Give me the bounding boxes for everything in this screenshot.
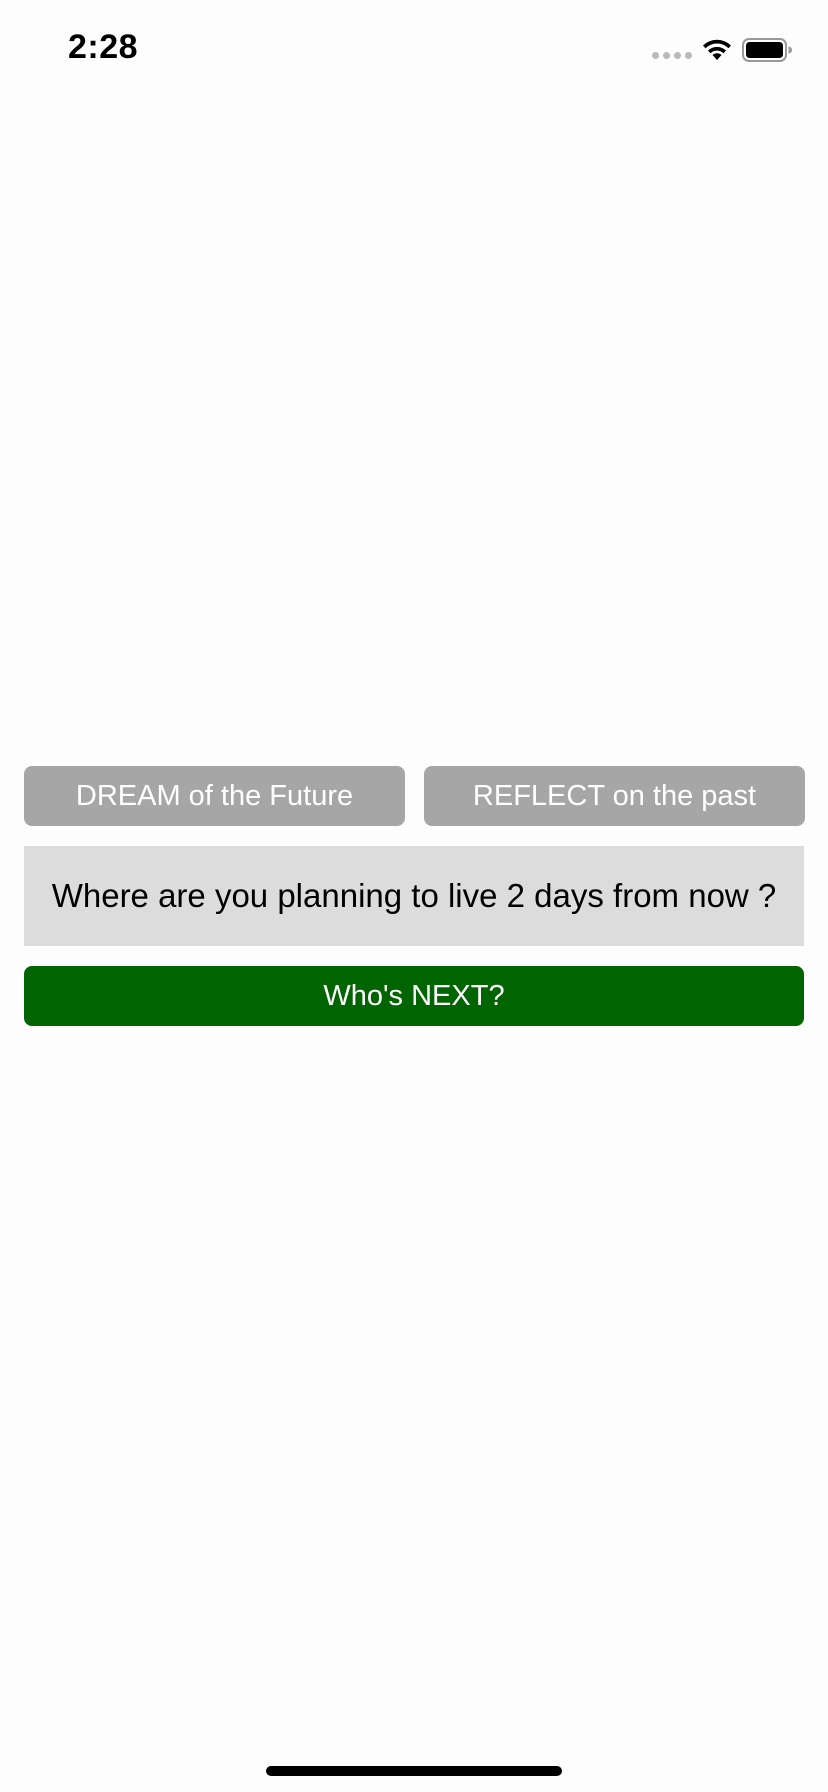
- reflect-past-button[interactable]: REFLECT on the past: [424, 766, 805, 826]
- home-indicator[interactable]: [266, 1766, 562, 1776]
- whos-next-button[interactable]: Who's NEXT?: [24, 966, 804, 1026]
- wifi-icon: [703, 39, 731, 60]
- status-time: 2:28: [68, 28, 139, 66]
- question-text: Where are you planning to live 2 days fr…: [24, 846, 804, 946]
- battery-icon: [742, 38, 792, 62]
- status-bar: 2:28: [0, 0, 828, 100]
- dream-future-button[interactable]: DREAM of the Future: [24, 766, 405, 826]
- signal-dots-icon: [652, 52, 692, 59]
- app-screen: 2:28 DREAM of the Future REFLECT on the …: [0, 0, 828, 1792]
